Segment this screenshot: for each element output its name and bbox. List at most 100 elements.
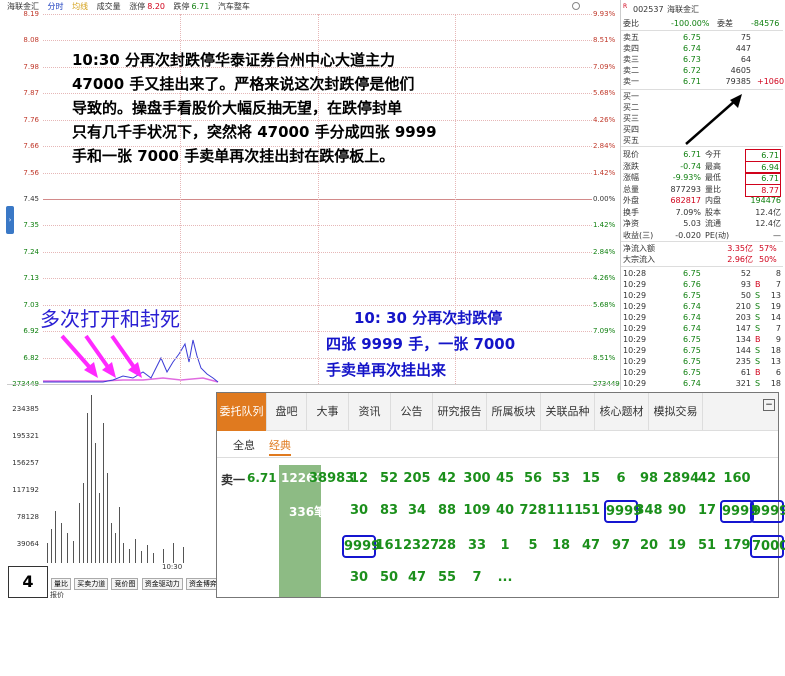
- tick-count: 13: [770, 291, 781, 300]
- stat-value: 5.03: [683, 219, 701, 228]
- queue-order: 7: [472, 570, 482, 585]
- stat-value: 7.09%: [675, 207, 701, 217]
- flow-pct: 50%: [759, 255, 777, 264]
- collapse-icon[interactable]: −: [763, 399, 775, 411]
- tick-side: B: [755, 368, 761, 377]
- sell-row-price: 6.71: [683, 77, 701, 86]
- tab-3[interactable]: 资讯: [349, 393, 391, 431]
- tab-5[interactable]: 研究报告: [433, 393, 487, 431]
- flow-pct: 57%: [759, 244, 777, 253]
- tab-buy-sell-force[interactable]: 买卖力道: [74, 578, 109, 590]
- sector-label: 汽车整车: [217, 2, 250, 11]
- quote-tab[interactable]: 报价: [50, 590, 64, 600]
- tick-row: 10:29 6.74 210 S 19: [621, 301, 783, 312]
- tab-0[interactable]: 委托队列: [217, 393, 267, 431]
- tick-row: 10:29 6.74 321 S 18: [621, 378, 783, 389]
- tab-1[interactable]: 盘吧: [267, 393, 307, 431]
- queue-order: 17: [697, 503, 717, 518]
- tab-fund-driving[interactable]: 资金驱动力: [141, 578, 183, 590]
- tick-side: S: [755, 324, 761, 333]
- buy-row-label: 买二: [623, 103, 639, 112]
- stat-label: 涨幅: [623, 173, 639, 182]
- sell-row: 卖五 6.75 75: [621, 32, 783, 43]
- tick-side: S: [755, 346, 761, 355]
- tick-count: 6: [775, 368, 781, 377]
- secondary-annotation: 10: 30 分再次封跌停 四张 9999 手，一张 7000 手卖单再次挂出来: [326, 305, 515, 383]
- price-tick-left: 7.24: [23, 248, 39, 256]
- price-tick-right: 4.26%: [593, 274, 616, 282]
- queue-order: 19: [667, 538, 687, 553]
- queue-order: 30: [349, 570, 369, 585]
- tab-average[interactable]: 均线: [72, 2, 88, 11]
- queue-order: 98: [639, 471, 659, 486]
- tick-time: 10:29: [623, 368, 647, 377]
- tick-volume: 144: [735, 346, 751, 355]
- tick-side: S: [755, 379, 761, 388]
- stat-label: 净资: [623, 219, 639, 228]
- tick-time: 10:28: [623, 269, 647, 278]
- sell-row-volume: 4605: [730, 66, 751, 75]
- tab-8[interactable]: 核心题材: [595, 393, 649, 431]
- chart-settings-icon[interactable]: [572, 2, 580, 10]
- tab-9[interactable]: 模拟交易: [649, 393, 703, 431]
- tick-volume: 52: [740, 269, 751, 278]
- limit-up-value: 8.20: [147, 2, 165, 11]
- volume-tick: 195321: [12, 432, 39, 440]
- tick-row: 10:29 6.74 147 S 7: [621, 323, 783, 334]
- tab-7[interactable]: 关联品种: [541, 393, 595, 431]
- tab-fund-game[interactable]: 资金博弈: [185, 578, 220, 590]
- sell-one-label: 卖一: [221, 473, 246, 487]
- queue-order: 55: [437, 570, 457, 585]
- queue-order: 42: [437, 471, 457, 486]
- volume-bar: [141, 551, 142, 563]
- stat-value: —: [773, 230, 781, 240]
- tab-6[interactable]: 所属板块: [487, 393, 541, 431]
- flow-row: 净流入额 3.35亿 57%: [621, 243, 783, 254]
- secondary-annotation-line: 手卖单再次挂出来: [326, 361, 447, 379]
- queue-order: 34: [407, 503, 427, 518]
- queue-order: 47: [581, 538, 601, 553]
- tick-time: 10:29: [623, 357, 647, 366]
- tick-time: 10:29: [623, 346, 647, 355]
- tab-timeshare[interactable]: 分时: [48, 2, 64, 11]
- queue-order: 5: [528, 538, 538, 553]
- queue-order: 50: [379, 570, 399, 585]
- buy-row-label: 买三: [623, 114, 639, 123]
- volume-bar: [55, 511, 56, 563]
- stat-row: 净资 5.03 流通 12.4亿: [621, 218, 783, 229]
- queue-order: 42: [697, 471, 717, 486]
- stat-value: -0.74: [680, 161, 701, 171]
- stock-code: 002537: [633, 5, 664, 14]
- tick-price: 6.75: [683, 368, 701, 377]
- volume-time-label: 10:30: [162, 563, 183, 571]
- subtab-full[interactable]: 全息: [233, 437, 255, 453]
- price-tick-right: 0.00%: [593, 195, 616, 203]
- price-tick-left: 7.45: [23, 195, 39, 203]
- stat-value: 194476: [750, 196, 781, 205]
- stat-value: 12.4亿: [755, 219, 781, 228]
- tab-2[interactable]: 大事: [307, 393, 349, 431]
- sell-row-label: 卖一: [623, 77, 639, 86]
- tick-price: 6.74: [683, 313, 701, 322]
- subtab-classic[interactable]: 经典: [269, 437, 291, 456]
- tab-volume-ratio[interactable]: 量比: [51, 578, 71, 590]
- queue-order: 40: [495, 503, 515, 518]
- weibi-value: -100.00%: [671, 19, 710, 28]
- tab-4[interactable]: 公告: [391, 393, 433, 431]
- sell-row: 卖二 6.72 4605: [621, 65, 783, 76]
- tab-volume[interactable]: 成交量: [97, 2, 121, 11]
- tab-auction[interactable]: 竞价图: [111, 578, 139, 590]
- volume-bar: [123, 543, 124, 563]
- price-tick-right: 5.68%: [593, 301, 616, 309]
- sell-row-volume: 75: [740, 33, 751, 42]
- price-tick-left: 7.87: [23, 89, 39, 97]
- main-annotation-line: 手和一张 7000 手卖单再次挂出封在跌停板上。: [72, 147, 395, 165]
- queue-order: 160: [723, 471, 751, 486]
- volume-bar: [107, 473, 108, 563]
- tick-side: S: [755, 291, 761, 300]
- tick-time: 10:29: [623, 302, 647, 311]
- sell-row-price: 6.72: [683, 66, 701, 75]
- sidebar-toggle-icon[interactable]: ›: [6, 206, 14, 234]
- queue-order: 83: [379, 503, 399, 518]
- queue-order: 2327: [403, 538, 440, 553]
